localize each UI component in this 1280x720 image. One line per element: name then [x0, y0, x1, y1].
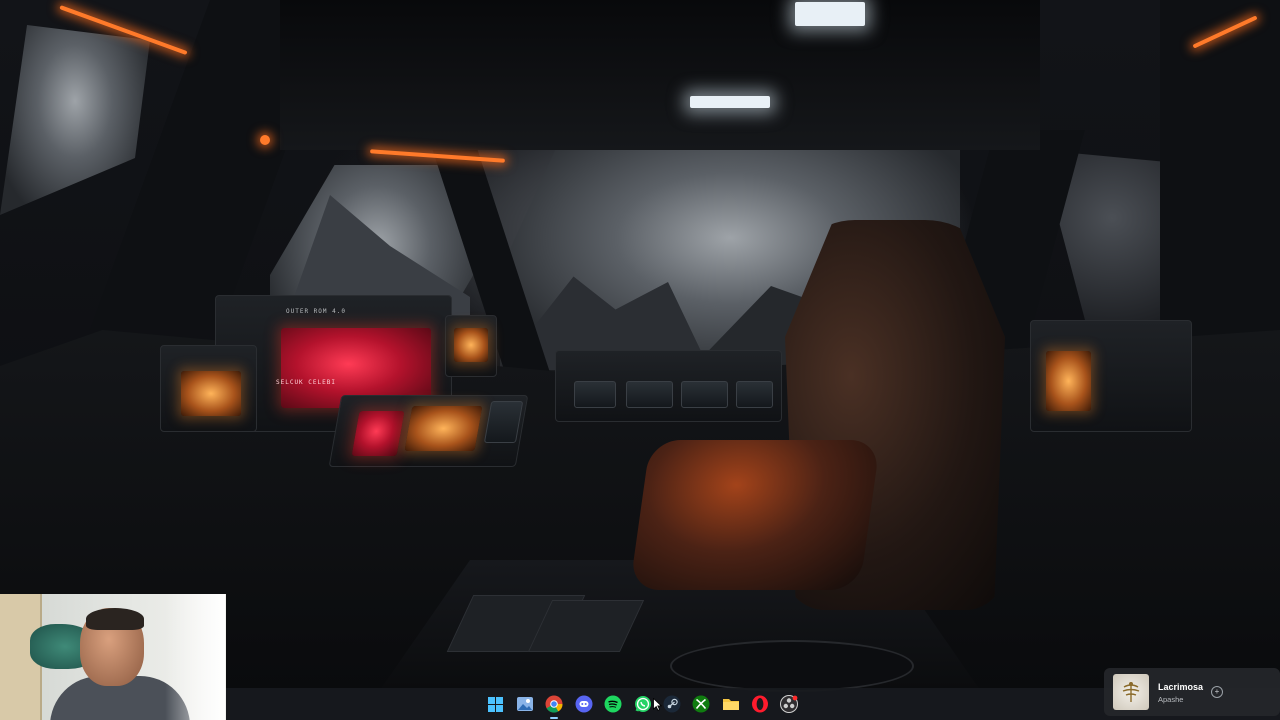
- console-screen-dim: [681, 381, 728, 408]
- taskbar-app-list: [481, 688, 804, 720]
- webcam-person-hair: [86, 608, 144, 630]
- small-console: [445, 315, 497, 377]
- console-screen-red: [351, 411, 405, 456]
- photos-icon[interactable]: [514, 693, 536, 715]
- obs-icon[interactable]: [778, 693, 800, 715]
- active-indicator: [550, 717, 559, 719]
- console-screen-amber: [181, 371, 241, 416]
- spotify-icon[interactable]: [602, 693, 624, 715]
- xbox-icon[interactable]: [690, 693, 712, 715]
- console-screen-dim: [736, 381, 773, 408]
- mouse-cursor-icon: [653, 698, 662, 711]
- pilot-chair-base: [670, 640, 914, 692]
- opera-icon[interactable]: [749, 693, 771, 715]
- whatsapp-icon[interactable]: [632, 693, 654, 715]
- pilot-chair-seat: [629, 440, 881, 590]
- right-console: [1030, 320, 1192, 432]
- console-screen-dim: [483, 401, 524, 443]
- windows-icon[interactable]: [485, 693, 507, 715]
- steam-icon[interactable]: [661, 693, 683, 715]
- media-song-title: Lacrimosa: [1158, 682, 1204, 692]
- folder-icon[interactable]: [720, 693, 742, 715]
- console-screen-label: SELCUK CELEBI: [276, 379, 336, 386]
- discord-icon[interactable]: [573, 693, 595, 715]
- console-screen-amber: [454, 328, 488, 362]
- console-screen-dim: [574, 381, 616, 408]
- expand-icon[interactable]: +: [1211, 686, 1223, 698]
- front-console: [555, 350, 782, 422]
- ceiling-light: [795, 2, 865, 26]
- media-player-widget[interactable]: Lacrimosa Apashe +: [1104, 668, 1280, 716]
- left-side-console: [160, 345, 257, 432]
- console-screen-amber: [1046, 351, 1091, 411]
- orange-light-dot: [260, 135, 270, 145]
- chrome-icon[interactable]: [543, 693, 565, 719]
- console-screen-dim: [626, 381, 673, 408]
- console-panel-label: OUTER ROM 4.0: [286, 308, 346, 315]
- webcam-overlay: [0, 594, 226, 720]
- webcam-window-light: [165, 594, 225, 720]
- console-screen-amber: [404, 406, 483, 451]
- album-art-icon: [1113, 674, 1149, 710]
- cockpit-window-far-left: [0, 25, 150, 215]
- center-console: [328, 395, 529, 467]
- ceiling-light: [690, 96, 770, 108]
- media-artist: Apashe: [1158, 695, 1184, 704]
- ceiling-panel: [280, 0, 1040, 150]
